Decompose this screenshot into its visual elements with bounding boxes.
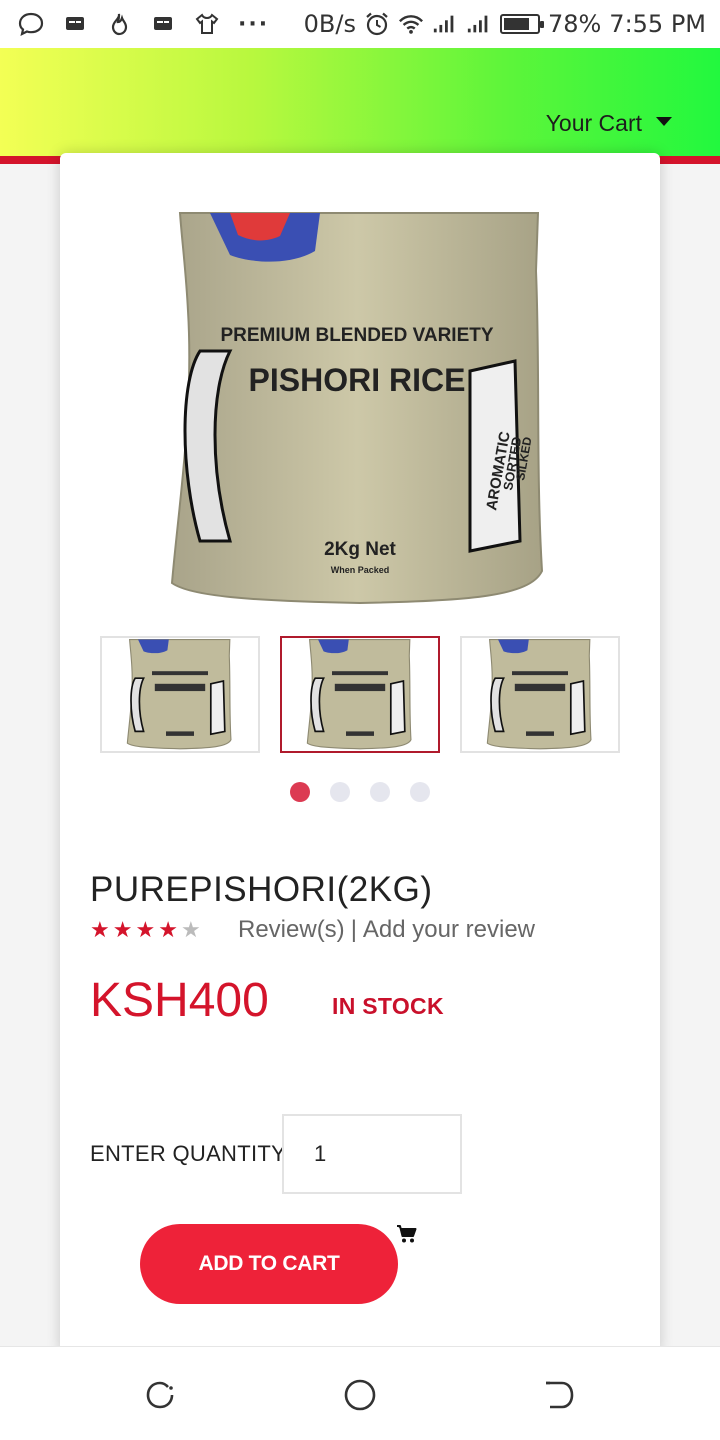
bag-text-packed: When Packed bbox=[331, 565, 390, 575]
back-icon[interactable] bbox=[540, 1375, 580, 1415]
recent-apps-icon[interactable] bbox=[140, 1375, 180, 1415]
carousel-dot[interactable] bbox=[410, 782, 430, 802]
flame-icon bbox=[106, 11, 132, 37]
network-speed: 0B/s bbox=[303, 10, 356, 38]
battery-percent: 78% bbox=[547, 10, 602, 38]
thumbnail-active[interactable] bbox=[280, 636, 440, 753]
rating-stars: ★ ★ ★ ★ ★ bbox=[90, 919, 201, 943]
product-card: PREMIUM BLENDED VARIETY PISHORI RICE ARO… bbox=[60, 153, 660, 1353]
star-icon: ★ bbox=[135, 918, 156, 943]
your-cart-dropdown[interactable]: Your Cart bbox=[546, 110, 672, 137]
your-cart-label: Your Cart bbox=[545, 110, 642, 136]
star-icon: ★ bbox=[112, 918, 133, 943]
home-icon[interactable] bbox=[340, 1375, 380, 1415]
thumbnail[interactable] bbox=[100, 636, 260, 753]
reviews-link[interactable]: Review(s) bbox=[238, 916, 345, 944]
battery-icon bbox=[499, 14, 544, 34]
carousel-dot[interactable] bbox=[330, 782, 350, 802]
star-icon: ★ bbox=[158, 918, 178, 943]
signal-icon bbox=[432, 11, 458, 37]
bag-text-variety: PREMIUM BLENDED VARIETY bbox=[220, 325, 493, 346]
review-links: Review(s) | Add your review bbox=[238, 916, 535, 944]
shopping-cart-icon bbox=[396, 1224, 418, 1244]
quantity-input[interactable] bbox=[282, 1114, 462, 1194]
product-title: PUREPISHORI(2KG) bbox=[90, 870, 433, 909]
rice-bag-thumbnail-image bbox=[486, 638, 592, 749]
product-price: KSH400 bbox=[90, 974, 269, 1027]
signal-icon bbox=[466, 11, 492, 37]
quantity-label: ENTER QUANTITY bbox=[90, 1141, 287, 1166]
message-icon bbox=[62, 11, 88, 37]
more-dots-icon: ··· bbox=[238, 11, 270, 37]
shirt-icon bbox=[194, 11, 220, 37]
bag-text-name: PISHORI RICE bbox=[249, 362, 466, 398]
carousel-dots bbox=[60, 782, 660, 802]
status-notifications: ··· bbox=[18, 11, 269, 37]
rice-bag-thumbnail-image bbox=[126, 638, 232, 749]
stock-status: IN STOCK bbox=[332, 993, 444, 1019]
bag-text-net: 2Kg Net bbox=[324, 539, 396, 560]
message-icon bbox=[150, 11, 176, 37]
chat-bubble-icon bbox=[18, 11, 44, 37]
product-main-image[interactable]: PREMIUM BLENDED VARIETY PISHORI RICE ARO… bbox=[170, 211, 550, 611]
thumbnail[interactable] bbox=[460, 636, 620, 753]
status-system: 0B/s 78% 7:55 PM bbox=[304, 10, 706, 38]
star-icon: ★ bbox=[180, 918, 201, 943]
carousel-dot[interactable] bbox=[290, 782, 310, 802]
add-review-link[interactable]: Add your review bbox=[363, 916, 535, 944]
rice-bag-thumbnail-image bbox=[306, 638, 412, 749]
add-to-cart-button[interactable]: ADD TO CART bbox=[140, 1224, 398, 1304]
star-icon: ★ bbox=[90, 918, 110, 943]
alarm-icon bbox=[364, 11, 390, 37]
status-bar: ··· 0B/s 78% 7:55 PM bbox=[0, 0, 720, 48]
clock: 7:55 PM bbox=[609, 10, 706, 38]
review-separator: | bbox=[350, 916, 357, 943]
thumbnail-strip bbox=[100, 636, 620, 754]
wifi-icon bbox=[398, 11, 424, 37]
carousel-dot[interactable] bbox=[370, 782, 390, 802]
caret-down-icon bbox=[656, 117, 672, 126]
android-nav-bar bbox=[0, 1346, 720, 1440]
site-header: Your Cart bbox=[0, 48, 720, 164]
